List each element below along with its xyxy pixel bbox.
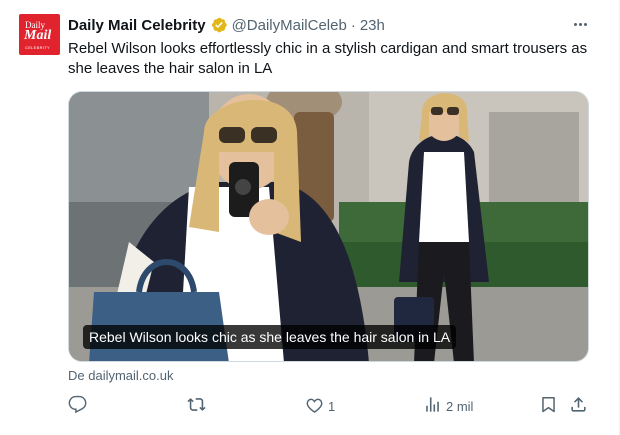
author-name[interactable]: Daily Mail Celebrity <box>68 17 206 34</box>
link-source[interactable]: De dailymail.co.uk <box>68 368 174 383</box>
tweet-card[interactable]: Daily Mail CELEBRITY Daily Mail Celebrit… <box>0 0 620 435</box>
tweet-actions: 1 2 mil <box>60 393 600 419</box>
tweet-header: Daily Mail Celebrity @DailyMailCeleb · 2… <box>68 15 385 35</box>
views-icon <box>423 395 442 417</box>
tweet-text: Rebel Wilson looks effortlessly chic in … <box>68 40 588 77</box>
tweet-timestamp[interactable]: 23h <box>360 17 385 34</box>
media-photo <box>69 92 588 361</box>
reply-button[interactable] <box>68 393 87 419</box>
avatar-logo-mail: Mail <box>24 28 52 43</box>
header-separator: · <box>350 16 356 34</box>
reply-icon <box>68 395 87 417</box>
verified-badge-icon[interactable] <box>210 16 228 34</box>
bookmark-button[interactable] <box>539 393 558 419</box>
media-caption: Rebel Wilson looks chic as she leaves th… <box>83 325 457 349</box>
views-count: 2 mil <box>446 398 474 414</box>
retweet-button[interactable] <box>187 393 206 419</box>
heart-icon <box>305 395 324 417</box>
retweet-icon <box>187 395 206 417</box>
avatar-logo-celebrity: CELEBRITY <box>25 45 50 50</box>
tweet-media[interactable]: Rebel Wilson looks chic as she leaves th… <box>68 91 589 362</box>
more-options-icon[interactable] <box>569 14 591 34</box>
like-button[interactable]: 1 <box>305 393 335 419</box>
bookmark-icon <box>539 395 558 417</box>
author-handle[interactable]: @DailyMailCeleb <box>232 17 347 34</box>
share-button[interactable] <box>569 393 588 419</box>
share-icon <box>569 395 588 417</box>
views-button[interactable]: 2 mil <box>423 393 473 419</box>
like-count: 1 <box>328 398 336 414</box>
author-avatar[interactable]: Daily Mail CELEBRITY <box>19 14 60 55</box>
